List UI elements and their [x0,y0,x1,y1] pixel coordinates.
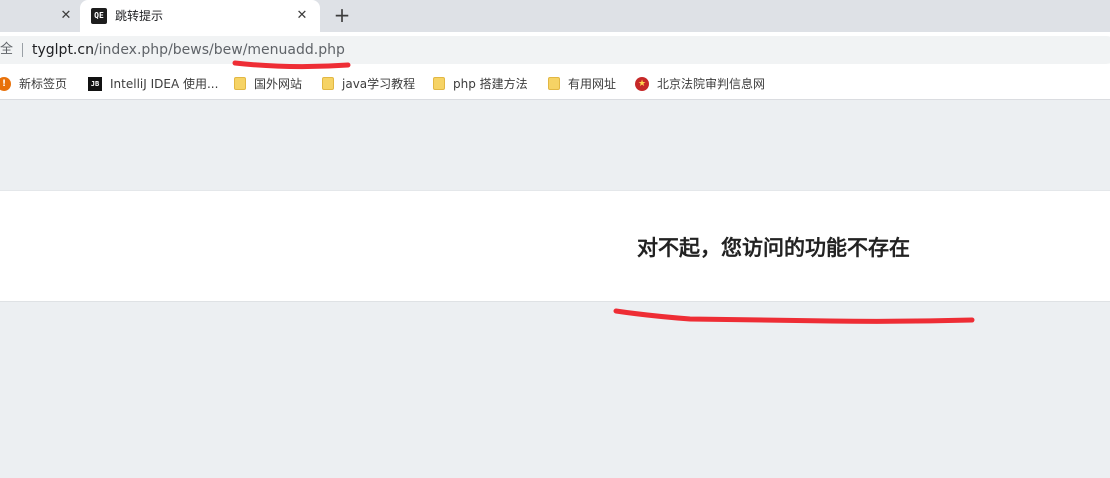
bookmark-folder-useful[interactable]: 有用网址 [548,75,616,93]
bookmark-new-tab[interactable]: ! 新标签页 [0,75,67,93]
new-tab-icon: ! [0,77,11,91]
bookmark-label: java学习教程 [342,77,416,91]
url-path: /index.php/bews/bew/menuadd.php [93,42,345,58]
tab-title: 跳转提示 [115,9,164,23]
message-panel [0,190,1110,302]
bookmark-folder-php[interactable]: php 搭建方法 [433,75,528,93]
address-divider [22,43,23,57]
security-status[interactable]: 安全 [0,40,13,60]
folder-icon [234,77,246,90]
bookmark-label: 国外网站 [254,77,303,91]
site-favicon-icon: QE [91,8,107,24]
bookmark-label: 有用网址 [568,77,617,91]
new-tab-button[interactable]: + [331,4,353,26]
bookmark-folder-java[interactable]: java学习教程 [322,75,415,93]
bookmark-beijing-court[interactable]: ★ 北京法院审判信息网 [635,75,765,93]
folder-icon [433,77,445,90]
tab-inactive[interactable]: ✕ [0,0,80,32]
bookmark-label: 北京法院审判信息网 [657,77,766,91]
folder-icon [548,77,560,90]
folder-icon [322,77,334,90]
bookmark-intellij[interactable]: JB IntelliJ IDEA 使用... [88,75,218,93]
annotation-underline-message [613,308,975,324]
bookmarks-bar: ! 新标签页 JB IntelliJ IDEA 使用... 国外网站 java学习教… [0,68,1110,100]
url-host: tyglpt.cn [32,42,94,58]
url-text[interactable]: tyglpt.cn/index.php/bews/bew/menuadd.php [32,40,345,60]
bookmark-folder-foreign-sites[interactable]: 国外网站 [234,75,302,93]
close-icon[interactable]: ✕ [294,8,310,24]
tab-active[interactable]: QE 跳转提示 ✕ [80,0,320,32]
bookmark-label: IntelliJ IDEA 使用... [110,77,219,91]
close-icon[interactable]: ✕ [58,8,74,24]
bookmark-label: 新标签页 [19,77,68,91]
jetbrains-icon: JB [88,77,102,91]
court-emblem-icon: ★ [635,77,649,91]
bookmark-label: php 搭建方法 [453,77,528,91]
tab-strip: ✕ QE 跳转提示 ✕ + [0,0,1110,32]
error-message: 对不起，您访问的功能不存在 [637,236,910,260]
security-label: 安全 [0,42,14,57]
